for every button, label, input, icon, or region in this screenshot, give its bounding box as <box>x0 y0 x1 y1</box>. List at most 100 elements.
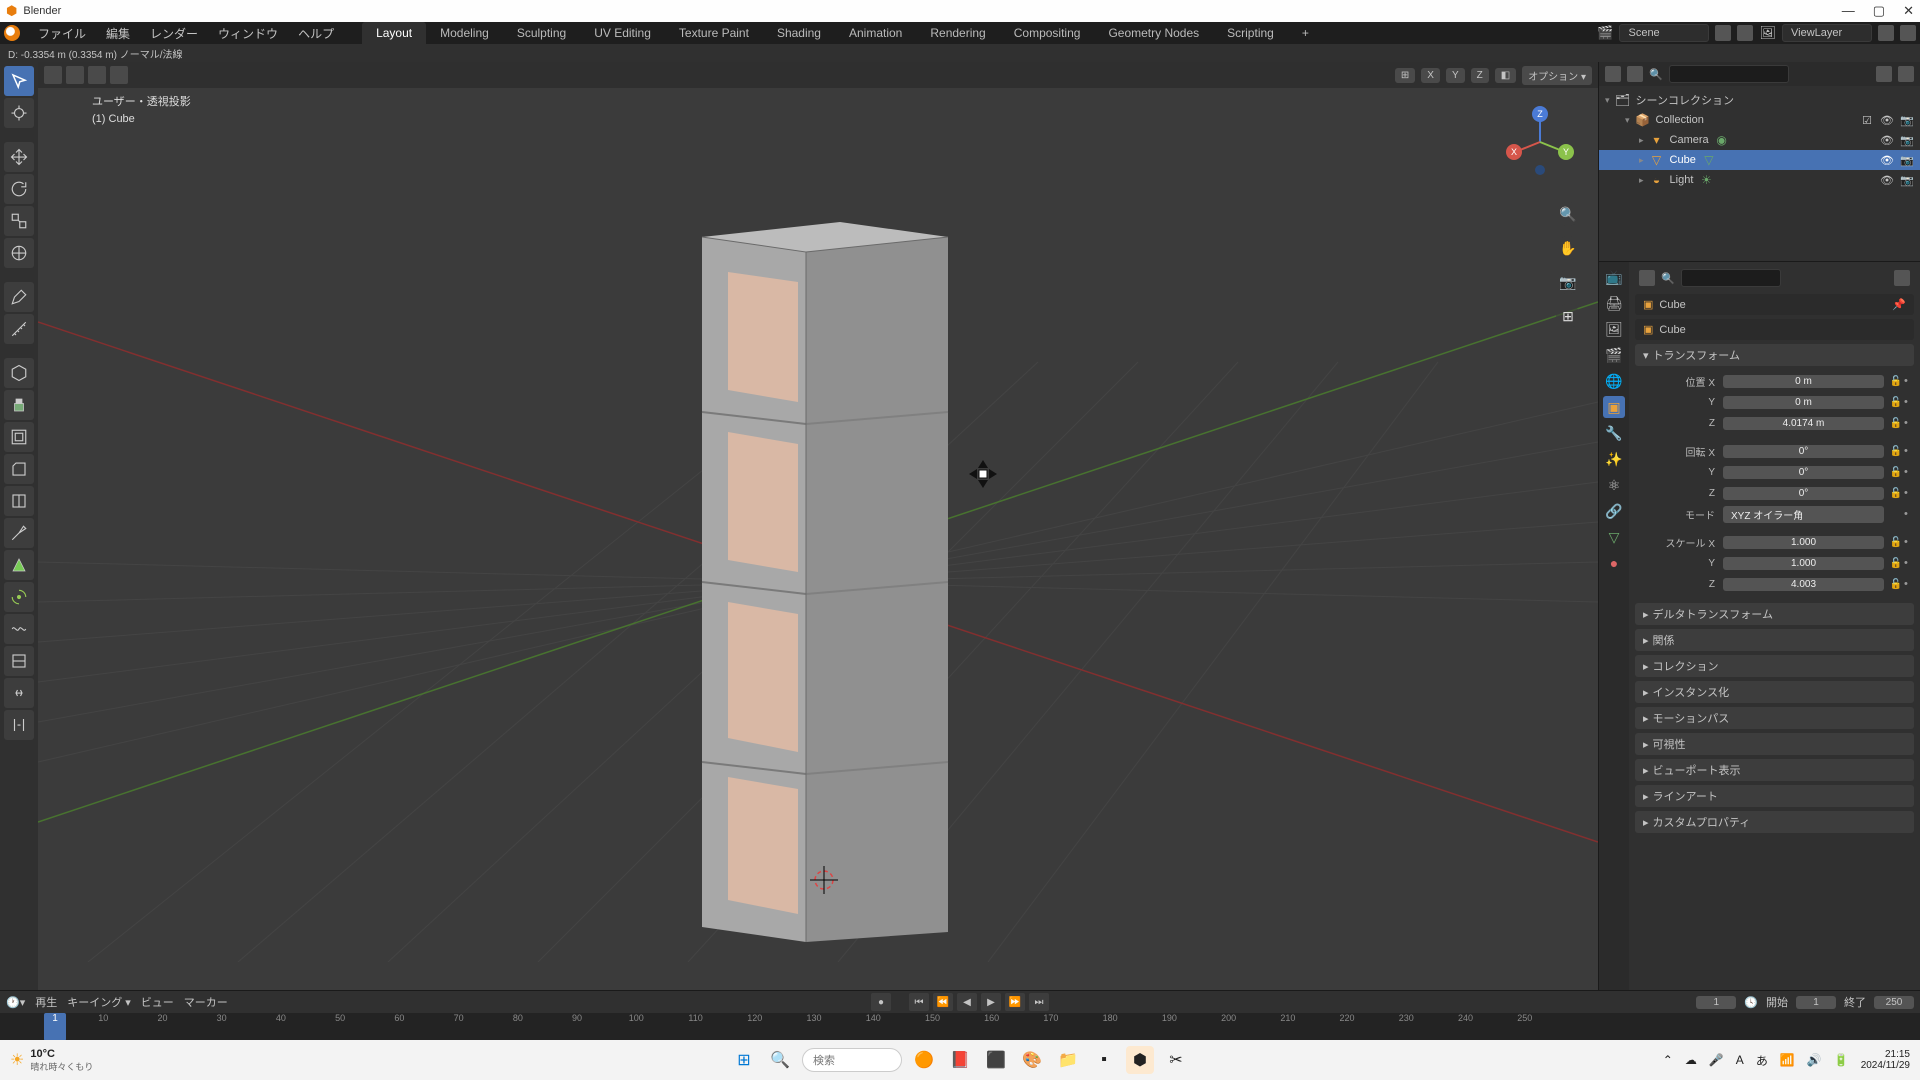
tool-annotate[interactable] <box>4 282 34 312</box>
lock-icon[interactable]: 🔓 <box>1888 397 1904 408</box>
tool-bevel[interactable] <box>4 454 34 484</box>
location-y[interactable]: 0 m <box>1723 396 1884 409</box>
viewlayer-field[interactable]: ViewLayer <box>1782 24 1872 42</box>
workspace-rendering[interactable]: Rendering <box>916 22 999 44</box>
workspace-texturepaint[interactable]: Texture Paint <box>665 22 763 44</box>
scale-y[interactable]: 1.000 <box>1723 557 1884 570</box>
play-forward[interactable]: ▶ <box>981 993 1001 1011</box>
panel-collections[interactable]: ▸ コレクション <box>1635 655 1914 677</box>
tool-rip[interactable] <box>4 710 34 740</box>
panel-transform-header[interactable]: ▾ トランスフォーム <box>1635 344 1914 366</box>
location-x[interactable]: 0 m <box>1723 375 1884 388</box>
nav-gizmo[interactable]: Z X Y <box>1500 102 1580 182</box>
scale-z[interactable]: 4.003 <box>1723 578 1884 591</box>
menu-render[interactable]: レンダー <box>140 23 208 44</box>
tool-polybuild[interactable] <box>4 550 34 580</box>
taskbar-blender[interactable]: ⬢ <box>1126 1046 1154 1074</box>
lock-icon[interactable]: 🔓 <box>1888 467 1904 478</box>
rotation-mode[interactable]: XYZ オイラー角 <box>1723 506 1884 523</box>
timeline-marker[interactable]: マーカー <box>184 994 228 1010</box>
tray-battery-icon[interactable]: 🔋 <box>1834 1053 1849 1067</box>
viewlayer-del-button[interactable] <box>1900 25 1916 41</box>
panel-relations[interactable]: ▸ 関係 <box>1635 629 1914 651</box>
workspace-animation[interactable]: Animation <box>835 22 916 44</box>
visibility-toggle[interactable]: 👁 <box>1880 174 1894 187</box>
taskbar-app-5[interactable]: ✂ <box>1162 1046 1190 1074</box>
timeline-icon[interactable]: 🕐▾ <box>6 996 25 1009</box>
taskbar-explorer[interactable]: 📁 <box>1054 1046 1082 1074</box>
workspace-layout[interactable]: Layout <box>362 22 426 44</box>
tree-camera[interactable]: ▸ ▾ Camera ◉ 👁 📷 <box>1599 130 1920 150</box>
proptab-render[interactable]: 📺 <box>1603 266 1625 288</box>
viewlayer-new-button[interactable] <box>1878 25 1894 41</box>
jump-start[interactable]: ⏮ <box>909 993 929 1011</box>
pan-icon[interactable]: ✋ <box>1556 236 1580 260</box>
workspace-shading[interactable]: Shading <box>763 22 835 44</box>
tool-measure[interactable] <box>4 314 34 344</box>
prop-editor-icon[interactable] <box>1639 270 1655 286</box>
tray-ime-icon[interactable]: あ <box>1756 1052 1768 1069</box>
outliner-search[interactable] <box>1669 65 1789 83</box>
rotation-z[interactable]: 0° <box>1723 487 1884 500</box>
frame-start[interactable]: 1 <box>1796 996 1836 1009</box>
tool-spin[interactable] <box>4 582 34 612</box>
tray-mic-icon[interactable]: 🎤 <box>1709 1053 1724 1067</box>
panel-delta[interactable]: ▸ デルタトランスフォーム <box>1635 603 1914 625</box>
taskbar-app-2[interactable]: 📕 <box>946 1046 974 1074</box>
menu-help[interactable]: ヘルプ <box>288 23 344 44</box>
proptab-output[interactable]: 🖨 <box>1603 292 1625 314</box>
visibility-toggle[interactable]: 👁 <box>1880 114 1894 127</box>
panel-motionpaths[interactable]: ▸ モーションパス <box>1635 707 1914 729</box>
tray-wifi-icon[interactable]: 📶 <box>1780 1053 1795 1067</box>
panel-visibility[interactable]: ▸ 可視性 <box>1635 733 1914 755</box>
minimize-button[interactable]: — <box>1842 3 1855 19</box>
menu-file[interactable]: ファイル <box>28 23 96 44</box>
menu-window[interactable]: ウィンドウ <box>208 23 288 44</box>
tool-add-cube[interactable] <box>4 358 34 388</box>
outliner-filter-icon[interactable] <box>1876 66 1892 82</box>
maximize-button[interactable]: ▢ <box>1873 3 1885 19</box>
data-name-field[interactable]: ▣ Cube <box>1635 319 1914 340</box>
tree-collection[interactable]: ▾ 📦 Collection ☑ 👁 📷 <box>1599 110 1920 130</box>
render-toggle[interactable]: 📷 <box>1900 154 1914 167</box>
lock-icon[interactable]: 🔓 <box>1888 446 1904 457</box>
prop-pin-icon[interactable] <box>1894 270 1910 286</box>
tool-shrink[interactable] <box>4 678 34 708</box>
proptab-particles[interactable]: ✨ <box>1603 448 1625 470</box>
render-toggle[interactable]: 📷 <box>1900 114 1914 127</box>
outliner-display-icon[interactable] <box>1627 66 1643 82</box>
workspace-sculpting[interactable]: Sculpting <box>503 22 580 44</box>
properties-search[interactable] <box>1681 269 1781 287</box>
taskbar-app-1[interactable]: 🟠 <box>910 1046 938 1074</box>
workspace-scripting[interactable]: Scripting <box>1213 22 1288 44</box>
current-frame[interactable]: 1 <box>1696 996 1736 1009</box>
rotation-x[interactable]: 0° <box>1723 445 1884 458</box>
proptab-object[interactable]: ▣ <box>1603 396 1625 418</box>
timeline-cursor[interactable]: 1 <box>44 1013 66 1041</box>
zoom-icon[interactable]: 🔍 <box>1556 202 1580 226</box>
outliner-mode-icon[interactable] <box>1605 66 1621 82</box>
menu-edit[interactable]: 編集 <box>96 23 140 44</box>
proptab-physics[interactable]: ⚛ <box>1603 474 1625 496</box>
tool-knife[interactable] <box>4 518 34 548</box>
timeline-ruler[interactable]: 1 10203040506070809010011012013014015016… <box>0 1013 1920 1041</box>
tree-cube[interactable]: ▸ ▽ Cube ▽ 👁 📷 <box>1599 150 1920 170</box>
location-z[interactable]: 4.0174 m <box>1723 417 1884 430</box>
scene-del-button[interactable] <box>1737 25 1753 41</box>
play-reverse[interactable]: ◀ <box>957 993 977 1011</box>
scene-new-button[interactable] <box>1715 25 1731 41</box>
tool-transform[interactable] <box>4 238 34 268</box>
outliner-new-collection[interactable] <box>1898 66 1914 82</box>
tray-volume-icon[interactable]: 🔊 <box>1807 1053 1822 1067</box>
tray-lang-icon[interactable]: A <box>1736 1053 1744 1067</box>
jump-end[interactable]: ⏭ <box>1029 993 1049 1011</box>
workspace-modeling[interactable]: Modeling <box>426 22 503 44</box>
start-button[interactable]: ⊞ <box>730 1046 758 1074</box>
panel-instancing[interactable]: ▸ インスタンス化 <box>1635 681 1914 703</box>
close-button[interactable]: ✕ <box>1903 3 1914 19</box>
timeline-keying[interactable]: キーイング ▾ <box>67 994 131 1010</box>
exclude-toggle[interactable]: ☑ <box>1860 114 1874 127</box>
proptab-data[interactable]: ▽ <box>1603 526 1625 548</box>
lock-icon[interactable]: 🔓 <box>1888 558 1904 569</box>
jump-next-key[interactable]: ⏩ <box>1005 993 1025 1011</box>
